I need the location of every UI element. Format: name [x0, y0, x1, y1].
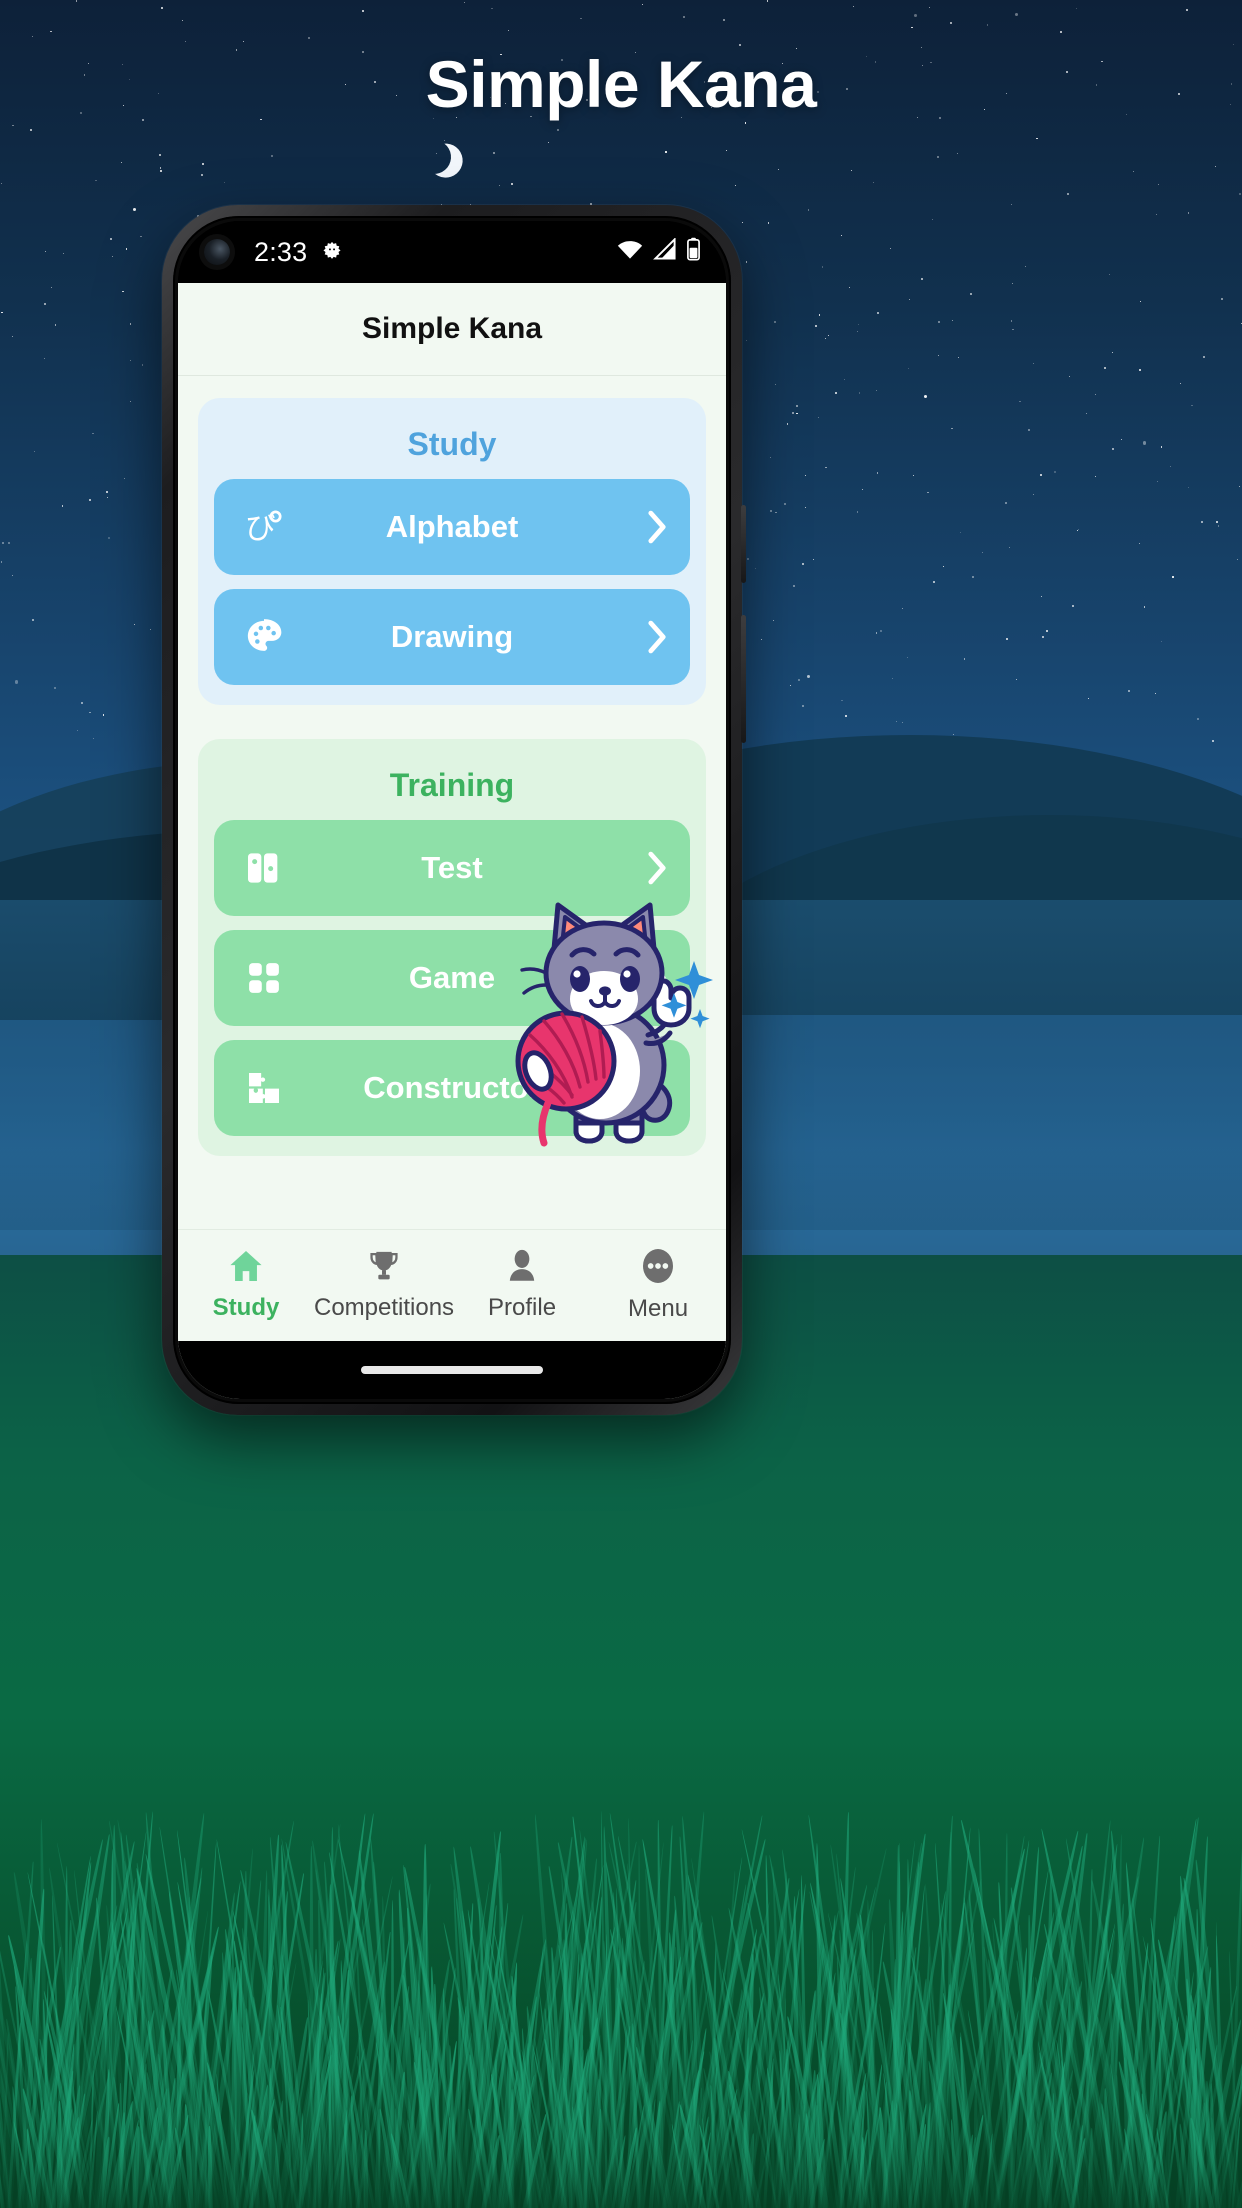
poster-headline: Simple Kana: [425, 47, 817, 121]
nav-item-label: Menu: [628, 1295, 689, 1322]
nav-item-menu[interactable]: Menu: [590, 1248, 726, 1323]
app-bar: Simple Kana: [178, 283, 726, 376]
home-icon: [228, 1249, 264, 1288]
puzzle-icon: [236, 1068, 292, 1108]
main-content: Study び Alphabet Drawing Training Test G…: [178, 376, 726, 1229]
wifi-icon: [617, 238, 643, 267]
volume-button[interactable]: [741, 615, 746, 743]
nav-item-label: Competitions: [313, 1294, 455, 1321]
app-root: Simple Kana Study び Alphabet Drawing Tra…: [178, 283, 726, 1399]
page-title: Simple Kana: [361, 312, 543, 345]
trophy-icon: [367, 1249, 401, 1288]
section-title-training: Training: [389, 767, 515, 803]
status-clock: 2:33: [254, 236, 308, 267]
nav-item-profile[interactable]: Profile: [454, 1249, 590, 1322]
status-bar: 2:33: [178, 221, 726, 283]
nav-item-study[interactable]: Study: [178, 1249, 314, 1322]
nav-item-label: Profile: [488, 1294, 557, 1321]
hiragana-pi-icon: び: [236, 506, 292, 548]
gesture-navigation-bar: [178, 1341, 726, 1399]
chevron-right-icon: [646, 510, 668, 544]
phone-device: 2:33 Simple Kana Study び Alphabet Drawin…: [162, 205, 746, 1415]
phone-screen: 2:33 Simple Kana Study び Alphabet Drawin…: [178, 221, 726, 1399]
more-dots-icon: [641, 1248, 675, 1289]
front-camera-icon: [204, 239, 230, 265]
menu-item-drawing[interactable]: Drawing: [214, 589, 690, 685]
section-title-study: Study: [407, 426, 497, 462]
home-gesture-pill[interactable]: [361, 1366, 543, 1374]
nav-item-label: Study: [212, 1294, 280, 1321]
status-indicators: [617, 236, 700, 268]
section-study: Study び Alphabet Drawing: [198, 398, 706, 705]
settings-gear-icon: [319, 239, 345, 265]
cat-with-yarn-mascot: [488, 875, 718, 1155]
menu-item-alphabet[interactable]: び Alphabet: [214, 479, 690, 575]
flashcards-icon: [236, 848, 292, 888]
cellular-signal-icon: [653, 236, 677, 267]
bottom-navigation: Study Competitions Profile Menu: [178, 1229, 726, 1341]
phone-bezel: 2:33 Simple Kana Study び Alphabet Drawin…: [173, 216, 731, 1404]
nav-item-competitions[interactable]: Competitions: [314, 1249, 454, 1322]
battery-icon: [687, 237, 700, 268]
grid-squares-icon: [236, 959, 292, 997]
power-button[interactable]: [741, 505, 746, 583]
chevron-right-icon: [646, 620, 668, 654]
person-icon: [506, 1249, 538, 1288]
palette-icon: [236, 617, 292, 657]
